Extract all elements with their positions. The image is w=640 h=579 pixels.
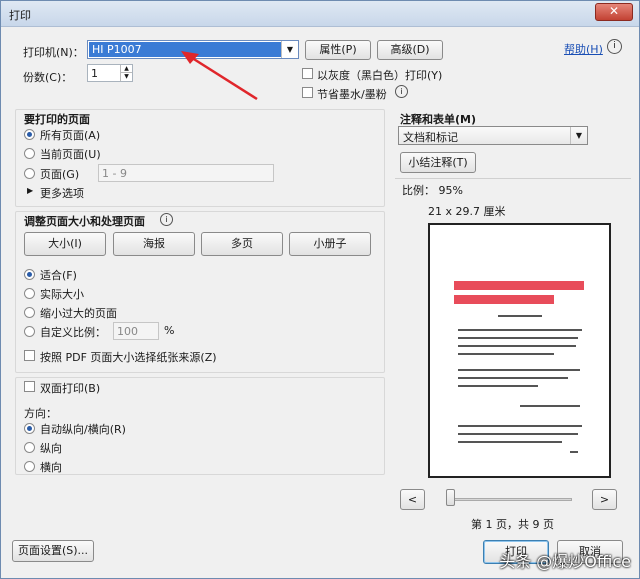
portrait-radio[interactable] — [24, 442, 35, 453]
multiple-button[interactable]: 多页 — [201, 232, 283, 256]
paper-dimensions: 21 x 29.7 厘米 — [428, 205, 506, 218]
info-icon[interactable]: i — [160, 213, 173, 226]
next-page-button[interactable]: > — [592, 489, 617, 510]
title-bar: 打印 ✕ — [1, 1, 639, 27]
orientation-header: 方向： — [24, 407, 57, 420]
custom-scale-input[interactable]: 100 — [113, 322, 159, 340]
chevron-down-icon[interactable]: ▼ — [570, 127, 587, 144]
sizing-group: 调整页面大小和处理页面 i 大小(I) 海报 多页 小册子 适合(F) 实际大小… — [15, 211, 385, 373]
size-button[interactable]: 大小(I) — [24, 232, 106, 256]
shrink-radio[interactable] — [24, 307, 35, 318]
advanced-button[interactable]: 高级(D) — [377, 40, 443, 60]
current-page-radio[interactable] — [24, 148, 35, 159]
booklet-button[interactable]: 小册子 — [289, 232, 371, 256]
all-pages-radio[interactable] — [24, 129, 35, 140]
poster-button[interactable]: 海报 — [113, 232, 195, 256]
page-range-radio[interactable] — [24, 168, 35, 179]
divider — [395, 178, 631, 179]
page-slider-handle[interactable] — [446, 489, 455, 506]
window-title: 打印 — [9, 9, 31, 22]
auto-orientation-radio[interactable] — [24, 423, 35, 434]
shrink-label: 缩小过大的页面 — [40, 307, 117, 320]
watermark: 头条 @爆炒Office — [499, 552, 631, 571]
printer-label: 打印机(N)： — [23, 46, 84, 59]
page-setup-button[interactable]: 页面设置(S)... — [12, 540, 94, 562]
duplex-label: 双面打印(B) — [40, 382, 101, 395]
page-indicator: 第 1 页，共 9 页 — [471, 518, 554, 531]
orientation-group: 双面打印(B) 方向： 自动纵向/横向(R) 纵向 横向 — [15, 377, 385, 475]
prev-page-button[interactable]: < — [400, 489, 425, 510]
page-range-label: 页面(G) — [40, 168, 80, 181]
current-page-label: 当前页面(U) — [40, 148, 101, 161]
page-slider-track[interactable] — [446, 498, 572, 501]
comments-select[interactable]: 文档和标记 ▼ — [398, 126, 588, 145]
print-dialog: 打印 ✕ 打印机(N)： HI P1007 ▼ 属性(P) 高级(D) 帮助(H… — [0, 0, 640, 579]
comments-header: 注释和表单(M) — [400, 113, 477, 126]
save-ink-checkbox[interactable] — [302, 87, 313, 98]
spin-down-icon[interactable]: ▼ — [120, 73, 132, 81]
pdf-size-checkbox[interactable] — [24, 350, 35, 361]
info-icon[interactable]: i — [395, 85, 408, 98]
chevron-down-icon[interactable]: ▼ — [281, 41, 298, 58]
page-preview — [428, 223, 611, 478]
actual-size-radio[interactable] — [24, 288, 35, 299]
duplex-checkbox[interactable] — [24, 381, 35, 392]
info-icon[interactable]: i — [607, 39, 622, 54]
landscape-label: 横向 — [40, 461, 62, 474]
landscape-radio[interactable] — [24, 461, 35, 472]
pdf-size-label: 按照 PDF 页面大小选择纸张来源(Z) — [40, 351, 217, 364]
custom-scale-label: 自定义比例： — [40, 326, 106, 339]
pages-group: 要打印的页面 所有页面(A) 当前页面(U) 页面(G) 1 - 9 ▶ 更多选… — [15, 109, 385, 207]
spin-up-icon[interactable]: ▲ — [120, 65, 132, 73]
summarize-comments-button[interactable]: 小结注释(T) — [400, 152, 476, 173]
grayscale-checkbox[interactable] — [302, 68, 313, 79]
actual-size-label: 实际大小 — [40, 288, 84, 301]
scale-label: 比例： 95% — [402, 184, 463, 197]
fit-label: 适合(F) — [40, 269, 77, 282]
percent-label: % — [164, 324, 175, 337]
copies-input[interactable]: 1 ▲ ▼ — [87, 64, 133, 82]
more-options-label[interactable]: 更多选项 — [40, 185, 84, 201]
all-pages-label: 所有页面(A) — [40, 129, 101, 142]
custom-scale-radio[interactable] — [24, 326, 35, 337]
help-link[interactable]: 帮助(H) — [564, 41, 603, 57]
copies-label: 份数(C)： — [23, 71, 73, 84]
portrait-label: 纵向 — [40, 442, 62, 455]
auto-orientation-label: 自动纵向/横向(R) — [40, 423, 126, 436]
pages-header: 要打印的页面 — [24, 113, 90, 126]
close-button[interactable]: ✕ — [595, 3, 633, 21]
grayscale-label: 以灰度（黑白色）打印(Y) — [317, 69, 443, 82]
page-range-input[interactable]: 1 - 9 — [98, 164, 274, 182]
save-ink-label: 节省墨水/墨粉 — [317, 88, 387, 101]
properties-button[interactable]: 属性(P) — [305, 40, 371, 60]
fit-radio[interactable] — [24, 269, 35, 280]
sizing-header: 调整页面大小和处理页面 — [24, 215, 145, 228]
red-arrow-annotation — [181, 51, 258, 101]
triangle-right-icon[interactable]: ▶ — [27, 186, 33, 195]
printer-value: HI P1007 — [92, 43, 142, 56]
